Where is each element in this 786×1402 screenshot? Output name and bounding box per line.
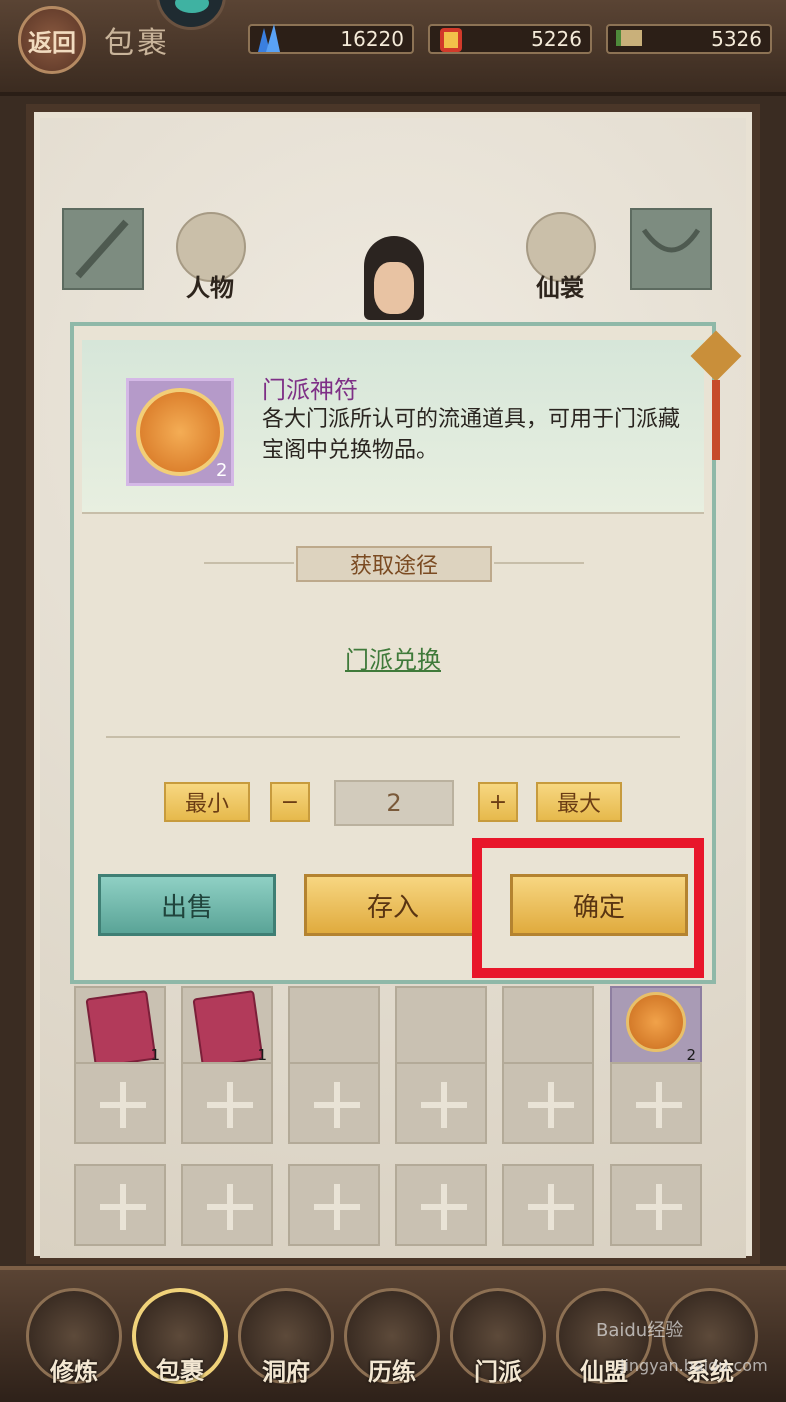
deposit-button[interactable]: 存入 bbox=[304, 874, 482, 936]
item-description: 各大门派所认可的流通道具，可用于门派藏宝阁中兑换物品。 bbox=[262, 407, 681, 463]
inventory-slot-empty[interactable] bbox=[181, 1062, 273, 1144]
plus-icon bbox=[612, 1064, 700, 1142]
inventory-slot[interactable]: 2 bbox=[610, 986, 702, 1068]
divider bbox=[494, 562, 584, 564]
nav-sect[interactable]: 门派 bbox=[450, 1288, 546, 1386]
watermark: Baidu经验 bbox=[596, 1320, 684, 1341]
watermark-url: jingyan.baidu.com bbox=[620, 1356, 768, 1375]
currency-crystal: 16220 bbox=[248, 24, 414, 54]
plus-icon bbox=[290, 1166, 378, 1244]
book-item-icon bbox=[85, 990, 157, 1068]
plus-icon bbox=[183, 1064, 271, 1142]
inventory-slot[interactable] bbox=[395, 986, 487, 1068]
plus-icon bbox=[504, 1166, 592, 1244]
plus-icon bbox=[183, 1166, 271, 1244]
inventory-slot-empty[interactable] bbox=[610, 1062, 702, 1144]
plus-icon bbox=[504, 1064, 592, 1142]
inventory-slot-empty[interactable] bbox=[395, 1062, 487, 1144]
item-count: 2 bbox=[216, 460, 228, 481]
plus-icon bbox=[76, 1064, 164, 1142]
nav-label: 历练 bbox=[368, 1357, 416, 1386]
inventory-slot-empty[interactable] bbox=[74, 1062, 166, 1144]
nav-bag[interactable]: 包裹 bbox=[132, 1288, 228, 1385]
inventory-slot[interactable]: 1 bbox=[181, 986, 273, 1068]
tab-person-label: 人物 bbox=[186, 273, 234, 302]
inventory-slot-empty[interactable] bbox=[288, 1164, 380, 1246]
inventory-slot[interactable]: 1 bbox=[74, 986, 166, 1068]
divider bbox=[106, 736, 680, 738]
plus-icon bbox=[397, 1166, 485, 1244]
highlight-box bbox=[472, 838, 704, 978]
minus-button[interactable]: − bbox=[270, 782, 310, 822]
sect-token-icon bbox=[626, 992, 686, 1052]
nav-label: 修炼 bbox=[50, 1357, 98, 1386]
crystal-icon bbox=[258, 24, 280, 52]
max-button[interactable]: 最大 bbox=[536, 782, 622, 822]
source-link[interactable]: 门派兑换 bbox=[345, 640, 441, 675]
inventory-slot-empty[interactable] bbox=[502, 1062, 594, 1144]
currency-gold: 5226 bbox=[428, 24, 592, 54]
inventory-slot-empty[interactable] bbox=[181, 1164, 273, 1246]
inventory-slot[interactable] bbox=[288, 986, 380, 1068]
back-button[interactable]: 返回 bbox=[18, 6, 86, 74]
tab-costume-label: 仙裳 bbox=[536, 273, 584, 302]
scroll-ticket-icon bbox=[616, 30, 642, 46]
nav-label: 包裹 bbox=[156, 1356, 204, 1385]
inventory-slot-empty[interactable] bbox=[395, 1164, 487, 1246]
plus-icon bbox=[612, 1166, 700, 1244]
gold-token-icon bbox=[440, 28, 462, 52]
book-item-icon bbox=[192, 990, 264, 1068]
nav-cultivate[interactable]: 修炼 bbox=[26, 1288, 122, 1386]
nav-cave[interactable]: 洞府 bbox=[238, 1288, 334, 1386]
inventory-slot[interactable] bbox=[502, 986, 594, 1068]
plus-icon bbox=[76, 1166, 164, 1244]
plus-icon bbox=[397, 1064, 485, 1142]
inventory-slot-empty[interactable] bbox=[502, 1164, 594, 1246]
nav-label: 门派 bbox=[474, 1357, 522, 1386]
currency-scroll-value: 5326 bbox=[711, 27, 762, 51]
necklace-icon bbox=[641, 228, 701, 253]
page-title: 包裹 bbox=[104, 26, 170, 61]
sell-button[interactable]: 出售 bbox=[98, 874, 276, 936]
inventory-slot-empty[interactable] bbox=[74, 1164, 166, 1246]
currency-gold-value: 5226 bbox=[531, 27, 582, 51]
inventory-slot-empty[interactable] bbox=[288, 1062, 380, 1144]
divider bbox=[82, 512, 704, 514]
currency-scroll: 5326 bbox=[606, 24, 772, 54]
section-title: 获取途径 bbox=[296, 546, 492, 582]
currency-crystal-value: 16220 bbox=[340, 27, 404, 51]
sect-token-icon bbox=[136, 388, 224, 476]
inventory-slot-empty[interactable] bbox=[610, 1164, 702, 1246]
weapon-slot[interactable] bbox=[62, 208, 144, 290]
tassel-ornament-icon bbox=[690, 330, 742, 460]
item-name: 门派神符 bbox=[262, 376, 358, 404]
accessory-slot[interactable] bbox=[630, 208, 712, 290]
quantity-input[interactable]: 2 bbox=[334, 780, 454, 826]
hero-portrait bbox=[374, 262, 414, 314]
plus-button[interactable]: + bbox=[478, 782, 518, 822]
divider bbox=[204, 562, 294, 564]
sword-icon bbox=[75, 219, 129, 279]
plus-icon bbox=[290, 1064, 378, 1142]
nav-label: 洞府 bbox=[262, 1357, 310, 1386]
nav-trials[interactable]: 历练 bbox=[344, 1288, 440, 1386]
min-button[interactable]: 最小 bbox=[164, 782, 250, 822]
